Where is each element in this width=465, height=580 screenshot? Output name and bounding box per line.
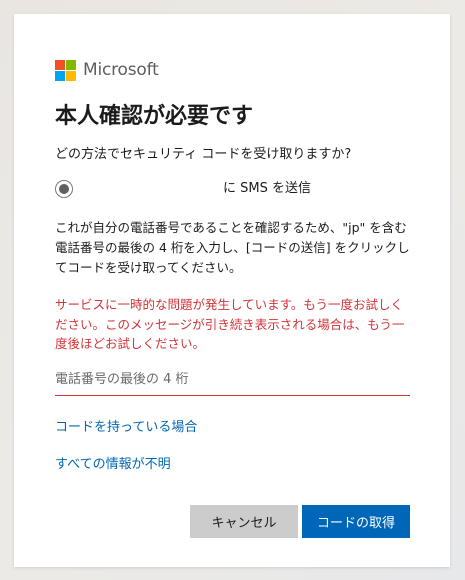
- method-question: どの方法でセキュリティ コードを受け取りますか?: [55, 147, 352, 162]
- phone-last-digits-input[interactable]: [55, 365, 410, 396]
- radio-selected-dot: [59, 184, 69, 194]
- button-row: キャンセル コードの取得: [190, 505, 410, 538]
- card-content: Microsoft 本人確認が必要です どの方法でセキュリティ コードを受け取り…: [55, 58, 410, 538]
- error-message: サービスに一時的な問題が発生しています。もう一度お試しください。このメッセージが…: [55, 297, 405, 351]
- microsoft-logo-icon: [55, 59, 76, 81]
- cancel-button[interactable]: キャンセル: [190, 505, 298, 538]
- sms-option[interactable]: に SMS を送信: [55, 178, 410, 206]
- sms-option-label: に SMS を送信: [223, 181, 311, 196]
- have-code-link[interactable]: コードを持っている場合: [55, 416, 410, 435]
- verification-card: Microsoft 本人確認が必要です どの方法でセキュリティ コードを受け取り…: [14, 14, 450, 567]
- sms-radio-button[interactable]: [55, 180, 73, 198]
- no-info-link[interactable]: すべての情報が不明: [55, 453, 410, 472]
- phone-input-wrapper: [55, 365, 410, 396]
- brand-name: Microsoft: [83, 60, 159, 80]
- instruction-text: これが自分の電話番号であることを確認するため、"jp" を含む電話番号の最後の …: [55, 220, 410, 275]
- page-title: 本人確認が必要です: [55, 104, 254, 129]
- microsoft-logo: Microsoft: [55, 58, 410, 82]
- get-code-button[interactable]: コードの取得: [302, 505, 410, 538]
